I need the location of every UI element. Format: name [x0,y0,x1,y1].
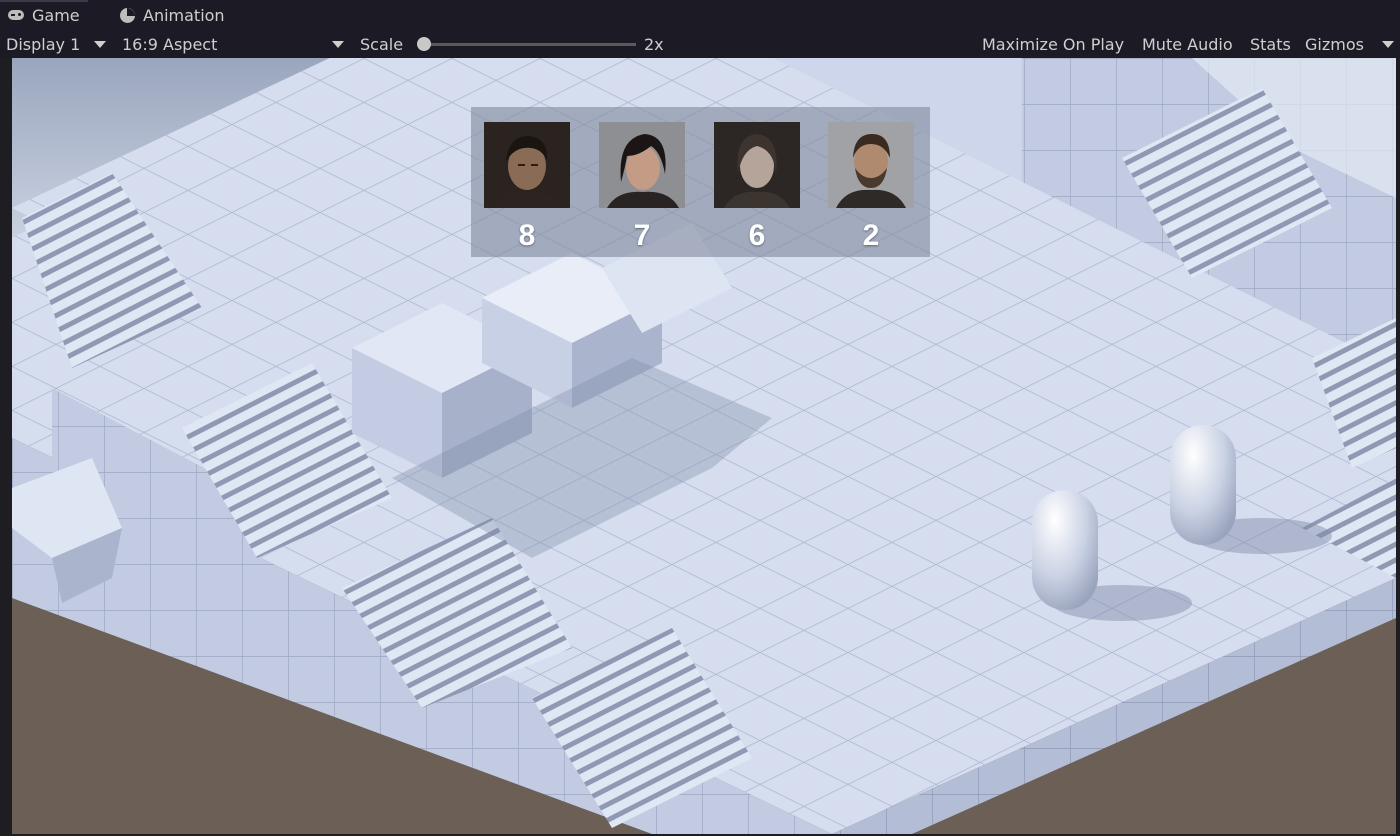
aspect-dropdown[interactable]: 16:9 Aspect [122,30,344,58]
chevron-down-icon [1381,40,1394,48]
capsule-left [1032,490,1098,610]
gizmos-dropdown[interactable]: Gizmos [1305,30,1394,58]
bearded-man-portrait[interactable] [828,122,914,208]
scale-value: 2x [644,34,664,54]
gamepad-icon [8,10,24,20]
chevron-down-icon [332,41,344,48]
character-hud: 8 7 6 2 [471,107,930,257]
mute-audio-toggle[interactable]: Mute Audio [1142,30,1233,58]
capsule-right [1170,425,1236,545]
woman-with-bangs-portrait[interactable] [599,122,685,208]
tab-game[interactable]: Game [0,0,88,30]
character-count: 2 [862,219,880,252]
display-label: Display 1 [6,34,81,54]
character-count: 6 [748,219,766,252]
scale-label: Scale [360,34,404,54]
gizmos-label: Gizmos [1305,34,1364,54]
tab-animation-label: Animation [143,5,225,25]
tab-animation[interactable]: Animation [120,0,225,30]
character-count: 7 [633,219,651,252]
tab-game-label: Game [32,5,80,25]
pale-woman-portrait[interactable] [714,122,800,208]
scale-slider-handle[interactable] [417,37,431,51]
character-count: 8 [518,219,536,252]
animation-clock-icon [120,7,135,23]
aspect-label: 16:9 Aspect [122,34,218,54]
dark-haired-man-portrait[interactable] [484,122,570,208]
game-view-toolbar: Display 1 16:9 Aspect Scale 2x Maximize … [0,30,1400,58]
chevron-down-icon [94,40,107,48]
display-dropdown[interactable]: Display 1 [6,30,107,58]
editor-tab-bar: Game Animation [0,0,1400,30]
maximize-on-play-toggle[interactable]: Maximize On Play [982,30,1124,58]
scale-slider-track[interactable] [424,43,636,46]
stats-toggle[interactable]: Stats [1250,30,1291,58]
